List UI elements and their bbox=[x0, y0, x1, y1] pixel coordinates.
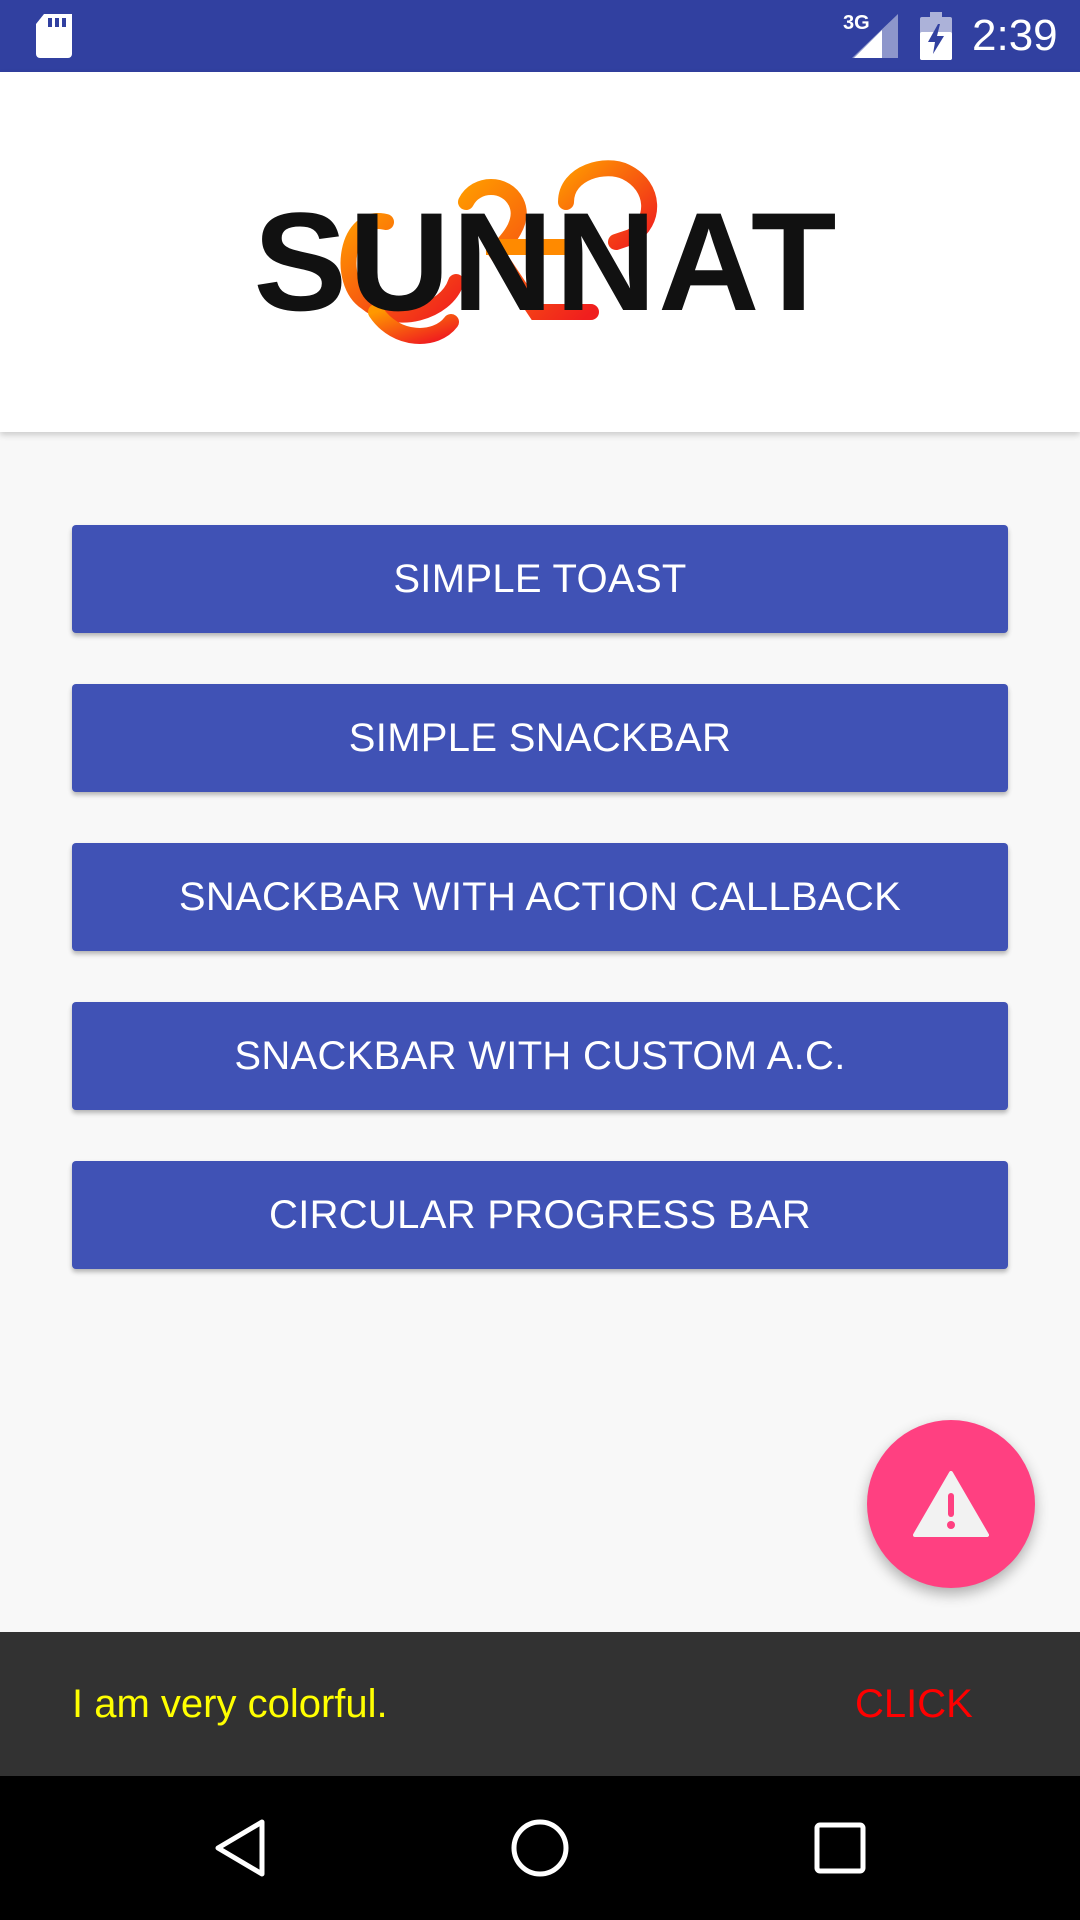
back-icon bbox=[215, 1819, 265, 1877]
snackbar-message: I am very colorful. bbox=[72, 1682, 388, 1726]
logo-text: SUNNAT bbox=[254, 183, 839, 340]
sd-card-icon bbox=[36, 14, 72, 58]
back-button[interactable] bbox=[180, 1776, 300, 1920]
snackbar-action-callback-button[interactable]: SNACKBAR WITH ACTION CALLBACK bbox=[72, 843, 1008, 951]
snackbar-custom-ac-button[interactable]: SNACKBAR WITH CUSTOM A.C. bbox=[72, 1002, 1008, 1110]
snackbar: I am very colorful. CLICK bbox=[0, 1632, 1080, 1776]
warning-fab[interactable] bbox=[867, 1420, 1035, 1588]
navigation-bar bbox=[0, 1776, 1080, 1920]
recents-button[interactable] bbox=[780, 1776, 900, 1920]
sunnat-logo: SUNNAT bbox=[254, 160, 839, 344]
header: SUNNAT bbox=[0, 72, 1080, 432]
circular-progress-bar-button[interactable]: CIRCULAR PROGRESS BAR bbox=[72, 1161, 1008, 1269]
recents-icon bbox=[814, 1822, 866, 1874]
simple-snackbar-button[interactable]: SIMPLE SNACKBAR bbox=[72, 684, 1008, 792]
signal-icon bbox=[852, 14, 898, 58]
warning-icon bbox=[913, 1471, 989, 1537]
snackbar-action-button[interactable]: CLICK bbox=[855, 1632, 973, 1776]
clock: 2:39 bbox=[972, 11, 1058, 60]
status-bar: 3G 2:39 bbox=[0, 0, 1080, 72]
simple-toast-button[interactable]: SIMPLE TOAST bbox=[72, 525, 1008, 633]
home-icon bbox=[511, 1819, 569, 1877]
battery-charging-icon bbox=[920, 12, 952, 60]
home-button[interactable] bbox=[480, 1776, 600, 1920]
